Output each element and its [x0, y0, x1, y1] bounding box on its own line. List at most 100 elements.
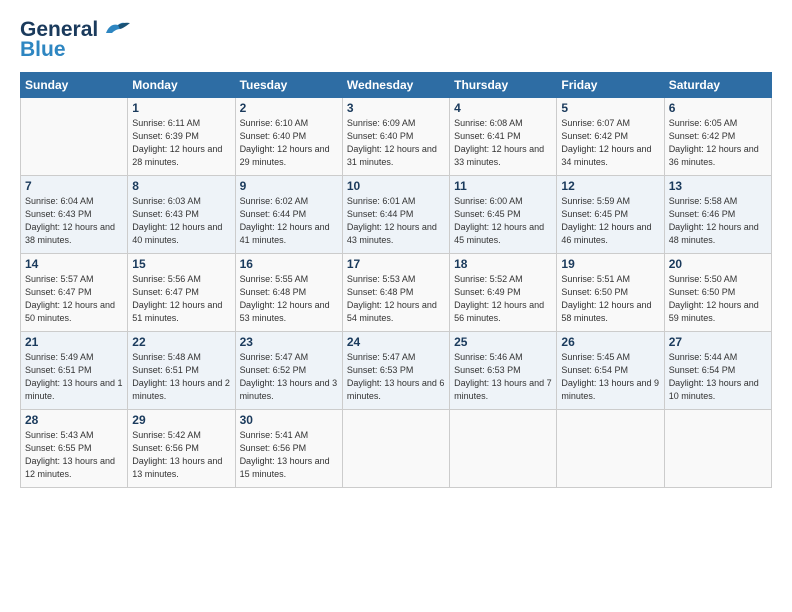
day-number: 8 [132, 179, 230, 193]
calendar-cell: 11Sunrise: 6:00 AM Sunset: 6:45 PM Dayli… [450, 176, 557, 254]
calendar-cell [342, 410, 449, 488]
calendar-cell: 23 Sunrise: 5:47 AM Sunset: 6:52 PM Dayli… [235, 332, 342, 410]
day-number: 29 [132, 413, 230, 427]
calendar-cell: 3 Sunrise: 6:09 AM Sunset: 6:40 PM Daylig… [342, 98, 449, 176]
header-cell-friday: Friday [557, 73, 664, 98]
calendar-cell: 27Sunrise: 5:44 AM Sunset: 6:54 PM Dayli… [664, 332, 771, 410]
day-info: Sunrise: 6:10 AM Sunset: 6:40 PM Dayligh… [240, 117, 338, 169]
day-info: Sunrise: 5:59 AM Sunset: 6:45 PM Dayligh… [561, 195, 659, 247]
day-number: 18 [454, 257, 552, 271]
day-info: Sunrise: 6:05 AM Sunset: 6:42 PM Dayligh… [669, 117, 767, 169]
calendar-cell: 8Sunrise: 6:03 AM Sunset: 6:43 PM Daylig… [128, 176, 235, 254]
day-number: 19 [561, 257, 659, 271]
day-info: Sunrise: 5:50 AM Sunset: 6:50 PM Dayligh… [669, 273, 767, 325]
day-info: Sunrise: 5:42 AM Sunset: 6:56 PM Dayligh… [132, 429, 230, 481]
day-info: Sunrise: 6:01 AM Sunset: 6:44 PM Dayligh… [347, 195, 445, 247]
day-number: 1 [132, 101, 230, 115]
day-number: 6 [669, 101, 767, 115]
calendar-cell: 25 Sunrise: 5:46 AM Sunset: 6:53 PM Dayli… [450, 332, 557, 410]
calendar-cell: 1 Sunrise: 6:11 AM Sunset: 6:39 PM Daylig… [128, 98, 235, 176]
week-row-3: 21 Sunrise: 5:49 AM Sunset: 6:51 PM Dayli… [21, 332, 772, 410]
calendar-cell: 15 Sunrise: 5:56 AM Sunset: 6:47 PM Dayli… [128, 254, 235, 332]
logo-blue: Blue [20, 38, 66, 62]
day-number: 24 [347, 335, 445, 349]
day-number: 13 [669, 179, 767, 193]
day-number: 23 [240, 335, 338, 349]
calendar-cell: 20 Sunrise: 5:50 AM Sunset: 6:50 PM Dayli… [664, 254, 771, 332]
day-number: 14 [25, 257, 123, 271]
day-info: Sunrise: 5:55 AM Sunset: 6:48 PM Dayligh… [240, 273, 338, 325]
day-info: Sunrise: 6:00 AM Sunset: 6:45 PM Dayligh… [454, 195, 552, 247]
calendar-cell: 18 Sunrise: 5:52 AM Sunset: 6:49 PM Dayli… [450, 254, 557, 332]
calendar-cell: 28Sunrise: 5:43 AM Sunset: 6:55 PM Dayli… [21, 410, 128, 488]
day-info: Sunrise: 5:53 AM Sunset: 6:48 PM Dayligh… [347, 273, 445, 325]
day-number: 12 [561, 179, 659, 193]
calendar-cell: 14 Sunrise: 5:57 AM Sunset: 6:47 PM Dayli… [21, 254, 128, 332]
header-cell-wednesday: Wednesday [342, 73, 449, 98]
calendar-cell: 17Sunrise: 5:53 AM Sunset: 6:48 PM Dayli… [342, 254, 449, 332]
day-info: Sunrise: 5:48 AM Sunset: 6:51 PM Dayligh… [132, 351, 230, 403]
day-number: 25 [454, 335, 552, 349]
day-info: Sunrise: 5:47 AM Sunset: 6:53 PM Dayligh… [347, 351, 445, 403]
day-info: Sunrise: 5:56 AM Sunset: 6:47 PM Dayligh… [132, 273, 230, 325]
day-info: Sunrise: 5:41 AM Sunset: 6:56 PM Dayligh… [240, 429, 338, 481]
calendar-cell: 4 Sunrise: 6:08 AM Sunset: 6:41 PM Daylig… [450, 98, 557, 176]
calendar-table: SundayMondayTuesdayWednesdayThursdayFrid… [20, 72, 772, 488]
day-info: Sunrise: 5:52 AM Sunset: 6:49 PM Dayligh… [454, 273, 552, 325]
calendar-cell: 12 Sunrise: 5:59 AM Sunset: 6:45 PM Dayli… [557, 176, 664, 254]
day-info: Sunrise: 5:47 AM Sunset: 6:52 PM Dayligh… [240, 351, 338, 403]
day-number: 3 [347, 101, 445, 115]
calendar-cell [557, 410, 664, 488]
day-info: Sunrise: 5:58 AM Sunset: 6:46 PM Dayligh… [669, 195, 767, 247]
day-number: 20 [669, 257, 767, 271]
calendar-cell: 6 Sunrise: 6:05 AM Sunset: 6:42 PM Daylig… [664, 98, 771, 176]
day-number: 16 [240, 257, 338, 271]
week-row-0: 1 Sunrise: 6:11 AM Sunset: 6:39 PM Daylig… [21, 98, 772, 176]
day-info: Sunrise: 6:04 AM Sunset: 6:43 PM Dayligh… [25, 195, 123, 247]
header-cell-tuesday: Tuesday [235, 73, 342, 98]
day-number: 4 [454, 101, 552, 115]
header-cell-saturday: Saturday [664, 73, 771, 98]
logo: General Blue [20, 18, 132, 62]
day-info: Sunrise: 6:07 AM Sunset: 6:42 PM Dayligh… [561, 117, 659, 169]
day-info: Sunrise: 5:46 AM Sunset: 6:53 PM Dayligh… [454, 351, 552, 403]
page: General Blue SundayMondayTuesdayWednesda… [0, 0, 792, 498]
header-cell-monday: Monday [128, 73, 235, 98]
calendar-cell [664, 410, 771, 488]
logo-bird-icon [102, 19, 132, 41]
week-row-4: 28Sunrise: 5:43 AM Sunset: 6:55 PM Dayli… [21, 410, 772, 488]
day-info: Sunrise: 6:09 AM Sunset: 6:40 PM Dayligh… [347, 117, 445, 169]
day-number: 2 [240, 101, 338, 115]
day-number: 7 [25, 179, 123, 193]
day-number: 5 [561, 101, 659, 115]
calendar-cell: 13 Sunrise: 5:58 AM Sunset: 6:46 PM Dayli… [664, 176, 771, 254]
day-info: Sunrise: 6:11 AM Sunset: 6:39 PM Dayligh… [132, 117, 230, 169]
calendar-cell: 22 Sunrise: 5:48 AM Sunset: 6:51 PM Dayli… [128, 332, 235, 410]
day-info: Sunrise: 6:02 AM Sunset: 6:44 PM Dayligh… [240, 195, 338, 247]
header-row: SundayMondayTuesdayWednesdayThursdayFrid… [21, 73, 772, 98]
day-info: Sunrise: 5:49 AM Sunset: 6:51 PM Dayligh… [25, 351, 123, 403]
calendar-cell: 16 Sunrise: 5:55 AM Sunset: 6:48 PM Dayli… [235, 254, 342, 332]
calendar-cell: 24 Sunrise: 5:47 AM Sunset: 6:53 PM Dayli… [342, 332, 449, 410]
week-row-2: 14 Sunrise: 5:57 AM Sunset: 6:47 PM Dayli… [21, 254, 772, 332]
header-cell-sunday: Sunday [21, 73, 128, 98]
day-number: 30 [240, 413, 338, 427]
day-number: 22 [132, 335, 230, 349]
calendar-cell: 5 Sunrise: 6:07 AM Sunset: 6:42 PM Daylig… [557, 98, 664, 176]
day-info: Sunrise: 5:57 AM Sunset: 6:47 PM Dayligh… [25, 273, 123, 325]
calendar-cell: 30 Sunrise: 5:41 AM Sunset: 6:56 PM Dayli… [235, 410, 342, 488]
calendar-cell: 7 Sunrise: 6:04 AM Sunset: 6:43 PM Daylig… [21, 176, 128, 254]
week-row-1: 7 Sunrise: 6:04 AM Sunset: 6:43 PM Daylig… [21, 176, 772, 254]
day-number: 9 [240, 179, 338, 193]
header: General Blue [20, 18, 772, 62]
day-number: 15 [132, 257, 230, 271]
day-info: Sunrise: 6:08 AM Sunset: 6:41 PM Dayligh… [454, 117, 552, 169]
day-number: 26 [561, 335, 659, 349]
calendar-cell [450, 410, 557, 488]
calendar-cell: 2 Sunrise: 6:10 AM Sunset: 6:40 PM Daylig… [235, 98, 342, 176]
calendar-cell [21, 98, 128, 176]
day-number: 21 [25, 335, 123, 349]
calendar-cell: 9 Sunrise: 6:02 AM Sunset: 6:44 PM Daylig… [235, 176, 342, 254]
calendar-cell: 21 Sunrise: 5:49 AM Sunset: 6:51 PM Dayli… [21, 332, 128, 410]
calendar-cell: 26Sunrise: 5:45 AM Sunset: 6:54 PM Dayli… [557, 332, 664, 410]
